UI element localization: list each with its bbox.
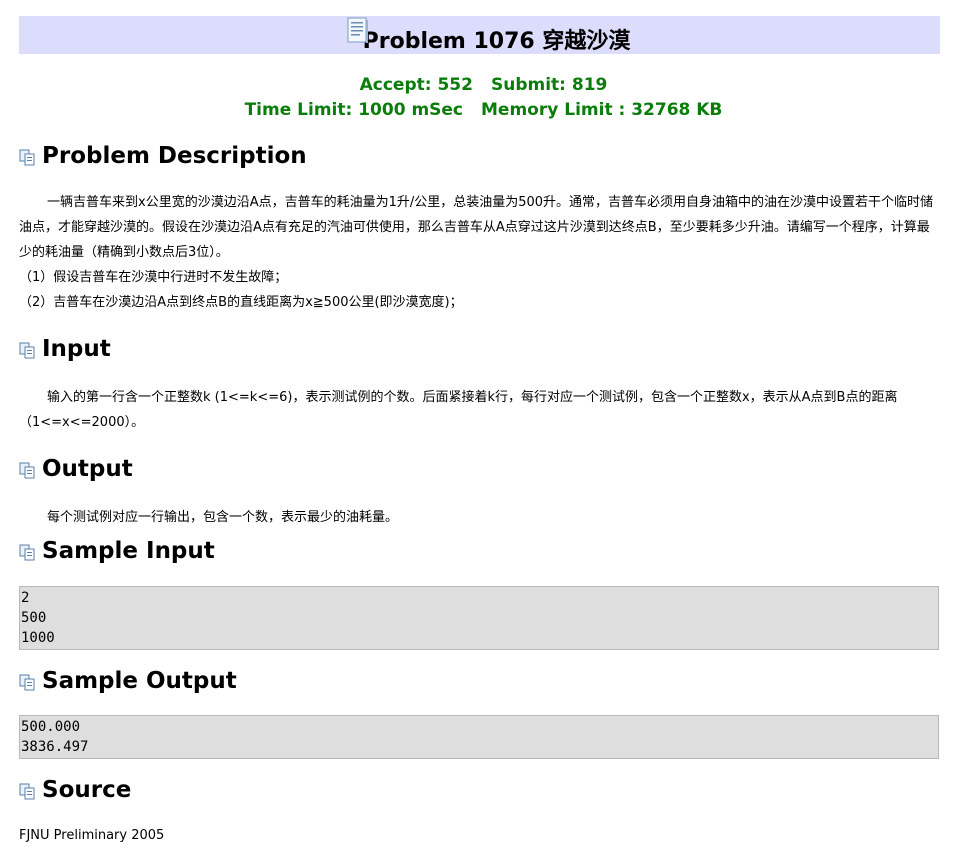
- description-assumption-2: （2）吉普车在沙漠边沿A点到终点B的直线距离为x≧500公里(即沙漠宽度)；: [19, 295, 463, 310]
- sample-output-line: 3836.497: [21, 739, 89, 755]
- description-title: Problem Description: [42, 143, 307, 169]
- copy-pages-icon: [19, 544, 35, 561]
- input-title: Input: [42, 336, 111, 362]
- source-heading: Source: [19, 777, 131, 803]
- time-limit: Time Limit: 1000 mSec: [244, 100, 464, 120]
- sample-output-heading: Sample Output: [19, 668, 237, 694]
- copy-pages-icon: [19, 674, 35, 691]
- submit-count: Submit: 819: [490, 75, 608, 95]
- output-heading: Output: [19, 456, 133, 482]
- submission-stats: Accept: 552 Submit: 819: [0, 75, 967, 95]
- description-paragraph: 一辆吉普车来到x公里宽的沙漠边沿A点，吉普车的耗油量为1升/公里，总装油量为50…: [19, 195, 934, 260]
- sample-input-heading: Sample Input: [19, 538, 215, 564]
- sample-input-line: 1000: [21, 630, 55, 646]
- sample-output-line: 500.000: [21, 719, 81, 735]
- accept-count: Accept: 552: [359, 75, 473, 95]
- sample-output-title: Sample Output: [42, 668, 237, 694]
- sample-output-box[interactable]: 500.000 3836.497: [19, 715, 939, 759]
- limits-line: Time Limit: 1000 mSec Memory Limit : 3276…: [0, 100, 967, 120]
- sample-input-line: 2: [21, 590, 30, 606]
- sample-input-line: 500: [21, 610, 47, 626]
- problem-title-bar: Problem 1076 穿越沙漠: [19, 16, 940, 54]
- source-title: Source: [42, 777, 132, 803]
- sample-input-box[interactable]: 2 500 1000: [19, 586, 939, 650]
- copy-pages-icon: [19, 462, 35, 479]
- description-heading: Problem Description: [19, 143, 307, 169]
- copy-pages-icon: [19, 149, 35, 166]
- page-title: Problem 1076 穿越沙漠: [362, 29, 631, 54]
- input-heading: Input: [19, 336, 111, 362]
- copy-pages-icon: [19, 783, 35, 800]
- description-assumption-1: （1）假设吉普车在沙漠中行进时不发生故障；: [19, 270, 288, 285]
- memory-limit: Memory Limit : 32768 KB: [481, 100, 723, 120]
- document-icon: [347, 17, 368, 43]
- sample-input-title: Sample Input: [42, 538, 215, 564]
- output-paragraph: 每个测试例对应一行输出，包含一个数，表示最少的油耗量。: [47, 510, 399, 525]
- copy-pages-icon: [19, 342, 35, 359]
- input-paragraph: 输入的第一行含一个正整数k (1<=k<=6)，表示测试例的个数。后面紧接着k行…: [19, 390, 898, 430]
- output-title: Output: [42, 456, 133, 482]
- source-text: FJNU Preliminary 2005: [19, 828, 165, 843]
